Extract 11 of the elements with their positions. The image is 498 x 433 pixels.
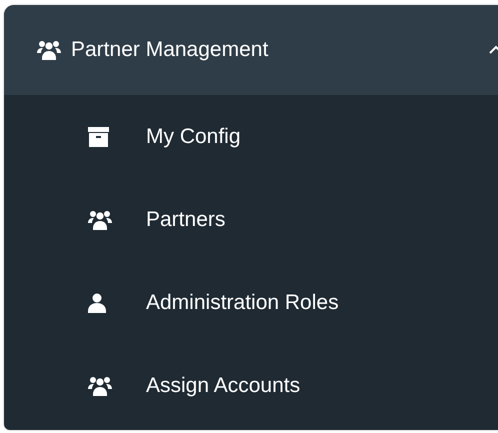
menu-item[interactable]: My Config <box>4 106 498 167</box>
menu-group-title: Partner Management <box>71 38 270 62</box>
menu-item[interactable]: Partners <box>4 190 498 250</box>
menu-item[interactable]: Administration Roles <box>4 273 498 334</box>
menu-item[interactable]: Assign Accounts <box>4 356 498 416</box>
users-icon <box>88 376 112 396</box>
users-icon <box>88 210 112 230</box>
menu-group-header[interactable]: Partner Management <box>4 5 498 95</box>
users-icon <box>37 40 61 60</box>
archive-icon <box>88 126 109 147</box>
person-icon <box>88 293 106 314</box>
